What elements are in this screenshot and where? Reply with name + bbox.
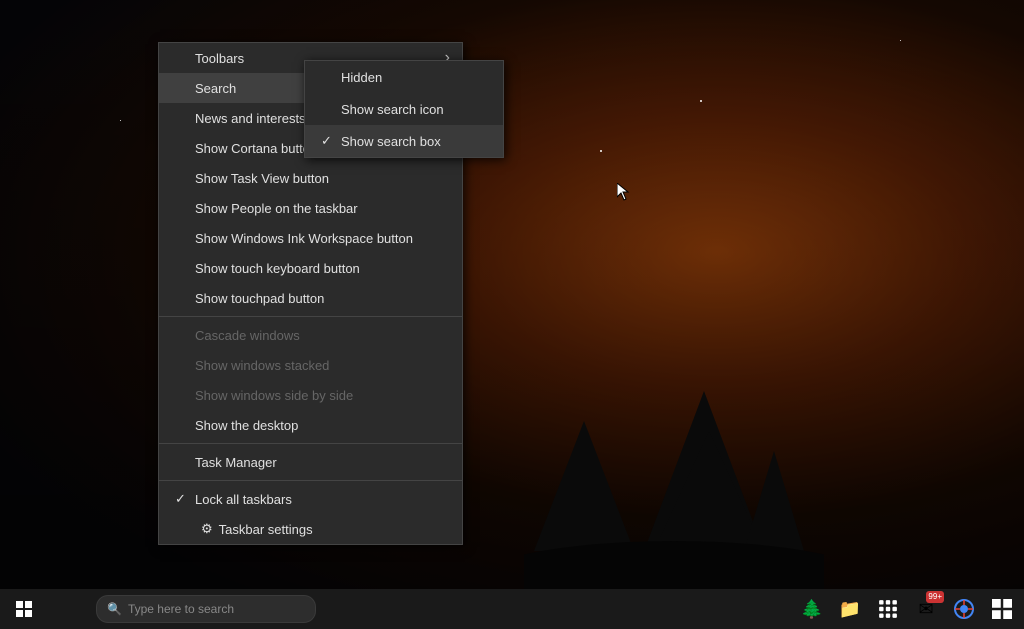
windows-taskbar-icon bbox=[992, 599, 1012, 619]
taskbar-icon-chrome[interactable] bbox=[946, 589, 982, 629]
tree-silhouettes bbox=[524, 371, 824, 591]
locktaskbars-label: Lock all taskbars bbox=[195, 492, 292, 507]
taskbar-icon-folder[interactable]: 📁 bbox=[832, 589, 868, 629]
taskbar-system-icons: 🌲 📁 ✉ 99+ bbox=[794, 589, 1024, 629]
touchkeyboard-label: Show touch keyboard button bbox=[195, 261, 360, 276]
stacked-label: Show windows stacked bbox=[195, 358, 329, 373]
taskview-label: Show Task View button bbox=[195, 171, 329, 186]
menu-item-touchkeyboard[interactable]: Show touch keyboard button bbox=[159, 253, 462, 283]
star bbox=[700, 100, 702, 102]
menu-item-taskview[interactable]: Show Task View button bbox=[159, 163, 462, 193]
menu-item-locktaskbars[interactable]: ✓ Lock all taskbars bbox=[159, 484, 462, 514]
background-overlay bbox=[0, 0, 1024, 629]
apps-grid-icon bbox=[878, 599, 898, 619]
winkworkspace-label: Show Windows Ink Workspace button bbox=[195, 231, 413, 246]
start-button[interactable] bbox=[0, 589, 48, 629]
people-label: Show People on the taskbar bbox=[195, 201, 358, 216]
taskbar-icon-mail[interactable]: ✉ 99+ bbox=[908, 589, 944, 629]
cascade-label: Cascade windows bbox=[195, 328, 300, 343]
search-label: Search bbox=[195, 81, 236, 96]
submenu-item-show-icon[interactable]: Show search icon bbox=[305, 93, 503, 125]
toolbars-label: Toolbars bbox=[195, 51, 244, 66]
menu-item-taskbarsettings[interactable]: ⚙ Taskbar settings bbox=[159, 514, 462, 544]
hidden-label: Hidden bbox=[341, 70, 382, 85]
search-submenu: Hidden Show search icon ✓ Show search bo… bbox=[304, 60, 504, 158]
cortana-label: Show Cortana button bbox=[195, 141, 317, 156]
chrome-icon bbox=[954, 599, 974, 619]
submenu-item-show-box[interactable]: ✓ Show search box bbox=[305, 125, 503, 157]
desktop-label: Show the desktop bbox=[195, 418, 298, 433]
taskbar: 🔍 Type here to search 🌲 📁 ✉ 9 bbox=[0, 589, 1024, 629]
menu-item-desktop[interactable]: Show the desktop bbox=[159, 410, 462, 440]
news-label: News and interests bbox=[195, 111, 306, 126]
menu-item-touchpad[interactable]: Show touchpad button bbox=[159, 283, 462, 313]
gear-icon: ⚙ bbox=[201, 521, 213, 537]
touchpad-label: Show touchpad button bbox=[195, 291, 324, 306]
show-icon-label: Show search icon bbox=[341, 102, 444, 117]
show-box-label: Show search box bbox=[341, 134, 441, 149]
taskmanager-label: Task Manager bbox=[195, 455, 277, 470]
divider-2 bbox=[159, 443, 462, 444]
taskbar-search-icon: 🔍 bbox=[107, 602, 122, 616]
star bbox=[120, 120, 121, 121]
star bbox=[600, 150, 602, 152]
menu-item-people[interactable]: Show People on the taskbar bbox=[159, 193, 462, 223]
taskbar-icon-apps[interactable] bbox=[870, 589, 906, 629]
lock-check-mark: ✓ bbox=[175, 491, 191, 507]
menu-item-cascade: Cascade windows bbox=[159, 320, 462, 350]
divider-3 bbox=[159, 480, 462, 481]
taskbar-icon-tree[interactable]: 🌲 bbox=[794, 589, 830, 629]
star bbox=[900, 40, 901, 41]
divider-1 bbox=[159, 316, 462, 317]
notification-badge: 99+ bbox=[926, 591, 944, 603]
taskbar-search-bar[interactable]: 🔍 Type here to search bbox=[96, 595, 316, 623]
taskbarsettings-label: Taskbar settings bbox=[219, 522, 313, 537]
taskbar-icon-windows[interactable] bbox=[984, 589, 1020, 629]
menu-item-winkworkspace[interactable]: Show Windows Ink Workspace button bbox=[159, 223, 462, 253]
submenu-item-hidden[interactable]: Hidden bbox=[305, 61, 503, 93]
folder-taskbar-icon: 📁 bbox=[839, 599, 861, 620]
show-box-check: ✓ bbox=[321, 133, 337, 149]
taskbar-search-text: Type here to search bbox=[128, 602, 234, 616]
sidebyside-label: Show windows side by side bbox=[195, 388, 353, 403]
menu-item-taskmanager[interactable]: Task Manager bbox=[159, 447, 462, 477]
menu-item-stacked: Show windows stacked bbox=[159, 350, 462, 380]
menu-item-sidebyside: Show windows side by side bbox=[159, 380, 462, 410]
tree-taskbar-icon: 🌲 bbox=[801, 599, 823, 620]
